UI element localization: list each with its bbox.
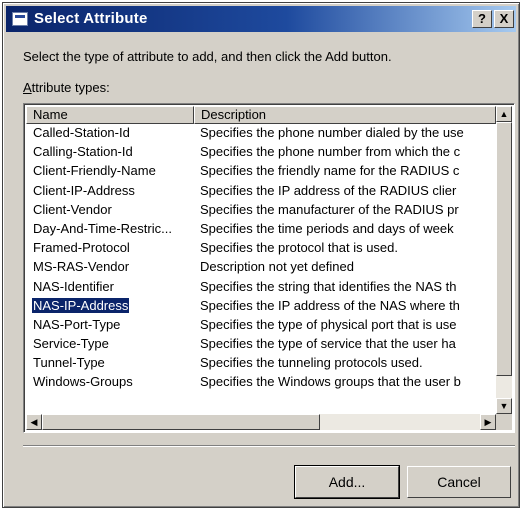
scrollbar-corner (496, 414, 512, 430)
list-item[interactable]: Day-And-Time-Restric... Specifies the tim… (26, 221, 496, 240)
attribute-name: Client-Friendly-Name (33, 163, 156, 179)
scroll-right-arrow-icon[interactable]: ▶ (480, 414, 496, 430)
list-item[interactable]: Calling-Station-Id Specifies the phone nu… (26, 144, 496, 163)
list-rows: Called-Station-Id Specifies the phone num… (26, 125, 496, 414)
attribute-description: Specifies the phone number dialed by the… (200, 125, 464, 140)
attribute-name: Day-And-Time-Restric... (33, 220, 172, 236)
horizontal-scroll-thumb[interactable] (42, 414, 320, 430)
dialog-window-icon (12, 12, 28, 26)
list-header: Name Description (26, 106, 496, 124)
scroll-down-arrow-icon[interactable]: ▼ (496, 398, 512, 414)
attribute-name: Client-IP-Address (33, 182, 135, 198)
list-item[interactable]: Client-Vendor Specifies the manufacturer … (26, 202, 496, 221)
scroll-up-arrow-icon[interactable]: ▲ (496, 106, 512, 122)
attribute-name-cell: Calling-Station-Id (26, 144, 194, 163)
list-item[interactable]: Called-Station-Id Specifies the phone num… (26, 125, 496, 144)
attribute-description: Specifies the type of physical port that… (200, 316, 457, 332)
scroll-left-arrow-icon[interactable]: ◀ (26, 414, 42, 430)
attribute-name-cell: Client-Vendor (26, 202, 194, 221)
list-item[interactable]: NAS-IP-Address Specifies the IP address o… (26, 297, 496, 317)
attribute-name-cell: NAS-IP-Address (26, 297, 194, 317)
attribute-name: Tunnel-Type (33, 355, 105, 371)
attribute-description: Specifies the IP address of the NAS wher… (200, 297, 460, 313)
attribute-name-cell: Framed-Protocol (26, 240, 194, 259)
attribute-name: Called-Station-Id (33, 125, 130, 140)
title-bar[interactable]: Select Attribute ? X (6, 6, 516, 32)
attribute-list[interactable]: Name Description Called-Station-Id Specif… (23, 103, 515, 433)
attribute-name: Service-Type (33, 336, 109, 352)
attribute-description: Specifies the manufacturer of the RADIUS… (200, 201, 459, 217)
list-item[interactable]: Service-Type Specifies the type of servic… (26, 336, 496, 355)
attribute-name: Calling-Station-Id (33, 144, 133, 160)
attribute-name: Client-Vendor (33, 201, 112, 217)
attribute-description: Specifies the time periods and days of w… (200, 220, 454, 236)
attribute-name: NAS-Port-Type (33, 316, 121, 332)
list-item[interactable]: Tunnel-Type Specifies the tunneling proto… (26, 355, 496, 374)
attribute-name-cell: NAS-Identifier (26, 279, 194, 298)
attribute-name-cell: Called-Station-Id (26, 125, 194, 144)
attribute-description: Specifies the protocol that is used. (200, 240, 399, 256)
select-attribute-dialog: Select Attribute ? X Select the type of … (2, 2, 520, 508)
vertical-scrollbar[interactable]: ▲ ▼ (496, 106, 512, 414)
attribute-description: Specifies the tunneling protocols used. (200, 355, 423, 371)
attribute-description: Specifies the phone number from which th… (200, 144, 461, 160)
column-header-name[interactable]: Name (26, 106, 194, 124)
attribute-description: Specifies the IP address of the RADIUS c… (200, 182, 457, 198)
column-header-description[interactable]: Description (194, 106, 496, 124)
list-item[interactable]: MS-RAS-Vendor Description not yet defined (26, 259, 496, 278)
attribute-name-cell: Windows-Groups (26, 374, 194, 393)
dialog-title: Select Attribute (34, 10, 148, 27)
attribute-name-cell: MS-RAS-Vendor (26, 259, 194, 278)
attribute-name-cell: NAS-Port-Type (26, 317, 194, 336)
attribute-description: Specifies the type of service that the u… (200, 336, 456, 352)
attribute-name: Framed-Protocol (33, 240, 130, 256)
attribute-description: Description not yet defined (200, 259, 354, 275)
attribute-name-cell: Client-Friendly-Name (26, 163, 194, 182)
close-button[interactable]: X (494, 10, 514, 28)
separator-line (23, 445, 515, 447)
attribute-description: Specifies the friendly name for the RADI… (200, 163, 460, 179)
instruction-text: Select the type of attribute to add, and… (23, 49, 392, 64)
attribute-name-cell: Day-And-Time-Restric... (26, 221, 194, 240)
add-button[interactable]: Add... (294, 465, 400, 499)
cancel-button[interactable]: Cancel (407, 466, 511, 498)
list-item[interactable]: NAS-Port-Type Specifies the type of physi… (26, 317, 496, 336)
horizontal-scrollbar[interactable]: ◀ ▶ (26, 414, 496, 430)
help-button[interactable]: ? (472, 10, 492, 28)
attribute-name: Windows-Groups (33, 374, 133, 390)
attribute-types-label: Attribute types: (23, 80, 110, 95)
attribute-name-cell: Tunnel-Type (26, 355, 194, 374)
access-key-letter: A (23, 80, 32, 95)
attribute-name: NAS-IP-Address (30, 297, 131, 314)
attribute-name-cell: Service-Type (26, 336, 194, 355)
attribute-name-cell: Client-IP-Address (26, 183, 194, 202)
attribute-description: Specifies the string that identifies the… (200, 278, 457, 294)
list-item[interactable]: NAS-Identifier Specifies the string that … (26, 279, 496, 298)
vertical-scroll-thumb[interactable] (496, 122, 512, 376)
attribute-name: NAS-Identifier (33, 278, 114, 294)
list-item[interactable]: Windows-Groups Specifies the Windows grou… (26, 374, 496, 393)
list-item[interactable]: Client-IP-Address Specifies the IP addres… (26, 183, 496, 202)
list-item[interactable]: Client-Friendly-Name Specifies the friend… (26, 163, 496, 182)
attribute-name: MS-RAS-Vendor (33, 259, 130, 275)
attribute-types-label-text: ttribute types: (31, 80, 110, 95)
attribute-description: Specifies the Windows groups that the us… (200, 374, 461, 390)
list-item[interactable]: Framed-Protocol Specifies the protocol th… (26, 240, 496, 259)
